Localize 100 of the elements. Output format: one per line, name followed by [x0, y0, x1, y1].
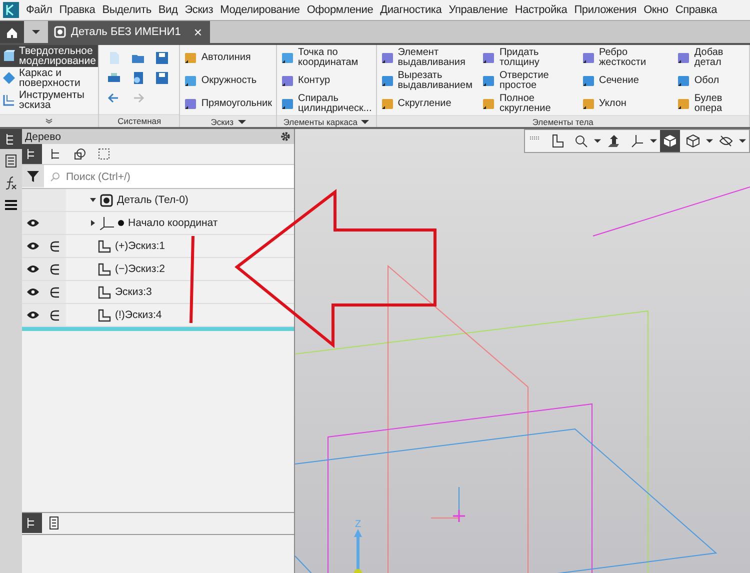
ribbon-group-label: Элементы тела	[532, 116, 594, 126]
cube-icon	[2, 49, 16, 63]
menu-item[interactable]: Файл	[26, 4, 52, 16]
dropdown-caret-icon[interactable]	[650, 139, 657, 143]
search-icon	[50, 172, 60, 182]
ribbon-tool-button[interactable]: Ребро жесткости	[582, 47, 668, 69]
search-field[interactable]: Поиск (Ctrl+/)	[44, 165, 294, 188]
tree-item-label[interactable]: Деталь (Тел-0)	[117, 194, 188, 206]
menu-item[interactable]: Вид	[158, 4, 178, 16]
mode-item[interactable]: Каркас и поверхности	[0, 67, 98, 89]
ribbon-tool-button[interactable]: Полное скругление	[482, 93, 572, 115]
sketch-icon	[98, 262, 111, 276]
axis-arrow-drawing	[354, 529, 362, 573]
ribbon-tool-button[interactable]: Отверстие простое	[482, 70, 572, 92]
menu-item[interactable]: Управление	[448, 4, 508, 16]
home-icon	[6, 26, 18, 38]
print-icon[interactable]	[107, 71, 122, 85]
dropdown-caret-icon[interactable]	[238, 120, 246, 124]
ribbon-tool-button[interactable]: Элемент выдавливания	[380, 47, 472, 69]
visibility-cell[interactable]	[22, 235, 44, 257]
tool-icon	[677, 74, 692, 88]
dropdown-caret-icon[interactable]	[739, 139, 746, 143]
menu-item[interactable]: Настройка	[514, 4, 568, 16]
tree-view-icon[interactable]	[22, 144, 42, 164]
tree-item-label[interactable]: (!)Эскиз:4	[115, 309, 162, 321]
eye-icon	[27, 219, 39, 227]
sketch-icon	[98, 240, 111, 252]
home-button[interactable]	[0, 21, 24, 43]
visibility-cell[interactable]	[22, 258, 44, 280]
tree-item-label[interactable]: (−)Эскиз:2	[115, 263, 165, 275]
tree-item-label[interactable]: Эскиз:3	[115, 286, 152, 298]
tool-icon	[184, 97, 198, 111]
tree-icon[interactable]	[0, 129, 22, 149]
collapsed-arrow-icon[interactable]	[90, 220, 96, 226]
save-as-icon[interactable]	[155, 71, 170, 85]
close-tab-button[interactable]: ×	[194, 24, 202, 40]
tree-item-label[interactable]: Начало координат	[128, 217, 218, 229]
dropdown-caret-icon[interactable]	[361, 120, 370, 124]
filter-icon[interactable]	[22, 165, 44, 187]
tree-view-icon[interactable]	[22, 513, 42, 533]
menu-item[interactable]: Окно	[644, 4, 668, 16]
ribbon-tool-button[interactable]: Придать толщину	[482, 47, 572, 69]
tool-icon	[482, 51, 496, 65]
dropdown-caret-icon[interactable]	[32, 30, 40, 34]
visibility-cell[interactable]	[22, 212, 44, 234]
visibility-cell[interactable]	[22, 281, 44, 303]
ribbon-tool-button[interactable]: Спираль цилиндрическ...	[281, 93, 372, 115]
menu-item[interactable]: Выделить	[102, 4, 152, 16]
tool-icon	[482, 74, 496, 88]
menu-item[interactable]: Приложения	[574, 4, 637, 16]
expand-chevron-icon[interactable]	[45, 118, 54, 124]
dropdown-caret-icon[interactable]	[706, 139, 713, 143]
search-input[interactable]: Поиск (Ctrl+/)	[64, 170, 294, 184]
constraint-icon	[50, 264, 60, 274]
mode-item[interactable]: Инструменты эскиза	[0, 89, 98, 111]
sketch-icon	[2, 93, 16, 107]
tool-icon	[677, 51, 692, 65]
expanded-arrow-icon[interactable]	[90, 197, 96, 203]
axis-label: Z	[355, 519, 362, 530]
menu-item[interactable]: Диагностика	[380, 4, 442, 16]
tool-icon	[281, 74, 296, 88]
ribbon-tool-button[interactable]: Добав детал	[677, 47, 745, 69]
ribbon-tool-button[interactable]: Вырезать выдавливанием	[380, 70, 472, 92]
constraint-icon	[50, 310, 60, 320]
menu-item[interactable]: Правка	[59, 4, 96, 16]
visibility-cell[interactable]	[22, 189, 44, 211]
surface-icon	[2, 71, 16, 85]
tool-icon	[184, 51, 198, 65]
constraint-icon	[50, 286, 60, 298]
ribbon-tool-button[interactable]: Контур	[281, 70, 372, 92]
shaded-cube-icon[interactable]	[660, 130, 680, 152]
ribbon-tool-button[interactable]: Окружность	[184, 70, 272, 92]
menu-item[interactable]: Справка	[675, 4, 718, 16]
ribbon-tool-button[interactable]: Прямоугольник	[184, 93, 272, 115]
settings-icon[interactable]	[280, 131, 291, 142]
menu-item[interactable]: Моделирование	[220, 4, 300, 16]
ribbon-tool-button[interactable]: Булев опера	[677, 93, 745, 115]
ribbon-tool-button[interactable]: Сечение	[582, 70, 668, 92]
preview-icon[interactable]	[131, 71, 146, 85]
ribbon-tool-button[interactable]: Автолиния	[184, 47, 272, 69]
part-icon	[100, 194, 113, 206]
origin-marker-drawing	[430, 486, 466, 523]
menu-item[interactable]: Эскиз	[184, 4, 214, 16]
document-tab[interactable]: Деталь БЕЗ ИМЕНИ1 ×	[48, 21, 210, 43]
menu-item[interactable]: Оформление	[306, 4, 374, 16]
point-icon	[118, 220, 124, 226]
ribbon-tool-button[interactable]: Уклон	[582, 93, 668, 115]
ribbon-group-label: Эскиз	[210, 116, 234, 126]
save-icon[interactable]	[155, 51, 170, 65]
ribbon-tool-button[interactable]: Точка по координатам	[281, 47, 372, 69]
tool-icon	[380, 51, 395, 65]
tree-item-label[interactable]: (+)Эскиз:1	[115, 240, 165, 252]
eye-icon	[27, 311, 39, 319]
ribbon-tool-button[interactable]: Скругление	[380, 93, 472, 115]
mode-item[interactable]: Твердотельное моделирование	[0, 45, 98, 67]
eye-icon	[27, 265, 39, 273]
dropdown-caret-icon[interactable]	[594, 139, 601, 143]
ribbon-tool-button[interactable]: Обол	[677, 70, 745, 92]
panel-title: Дерево	[25, 130, 61, 142]
visibility-cell[interactable]	[22, 304, 44, 326]
